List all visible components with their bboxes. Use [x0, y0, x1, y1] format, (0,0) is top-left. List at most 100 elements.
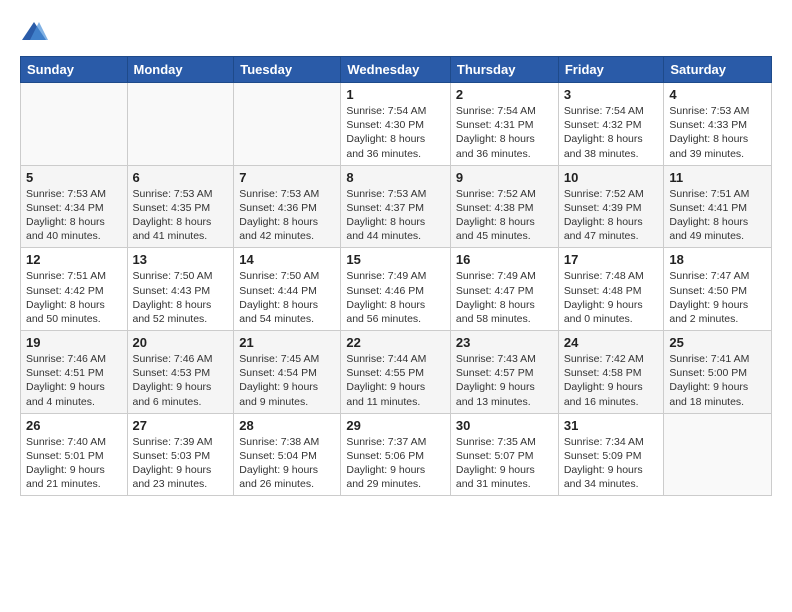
- week-row-3: 19Sunrise: 7:46 AMSunset: 4:51 PMDayligh…: [21, 331, 772, 414]
- day-number: 15: [346, 252, 445, 267]
- day-info: Sunrise: 7:46 AMSunset: 4:51 PMDaylight:…: [26, 352, 122, 409]
- calendar-cell: 13 Sunrise: 7:50 AMSunset: 4:43 PMDayligh…: [127, 248, 234, 331]
- day-header-saturday: Saturday: [664, 57, 772, 83]
- day-header-monday: Monday: [127, 57, 234, 83]
- calendar-cell: 8Sunrise: 7:53 AMSunset: 4:37 PMDaylight…: [341, 165, 451, 248]
- day-header-tuesday: Tuesday: [234, 57, 341, 83]
- calendar-cell: 1 Sunrise: 7:54 AMSunset: 4:30 PMDaylight…: [341, 83, 451, 166]
- logo: [20, 18, 52, 46]
- day-number: 14: [239, 252, 335, 267]
- calendar-cell: 6 Sunrise: 7:53 AMSunset: 4:35 PMDaylight…: [127, 165, 234, 248]
- day-number: 1: [346, 87, 445, 102]
- day-info: Sunrise: 7:42 AMSunset: 4:58 PMDaylight:…: [564, 352, 659, 409]
- day-header-wednesday: Wednesday: [341, 57, 451, 83]
- calendar-cell: [127, 83, 234, 166]
- week-row-0: 1 Sunrise: 7:54 AMSunset: 4:30 PMDaylight…: [21, 83, 772, 166]
- day-number: 17: [564, 252, 659, 267]
- calendar-cell: 21 Sunrise: 7:45 AMSunset: 4:54 PMDayligh…: [234, 331, 341, 414]
- day-info: Sunrise: 7:40 AMSunset: 5:01 PMDaylight:…: [26, 435, 122, 492]
- day-number: 31: [564, 418, 659, 433]
- calendar-table: SundayMondayTuesdayWednesdayThursdayFrid…: [20, 56, 772, 496]
- day-info: Sunrise: 7:52 AMSunset: 4:38 PMDaylight:…: [456, 187, 553, 244]
- day-info: Sunrise: 7:50 AMSunset: 4:44 PMDaylight:…: [239, 269, 335, 326]
- day-number: 7: [239, 170, 335, 185]
- calendar-cell: 14 Sunrise: 7:50 AMSunset: 4:44 PMDayligh…: [234, 248, 341, 331]
- day-info: Sunrise: 7:39 AMSunset: 5:03 PMDaylight:…: [133, 435, 229, 492]
- day-header-sunday: Sunday: [21, 57, 128, 83]
- day-number: 20: [133, 335, 229, 350]
- day-number: 13: [133, 252, 229, 267]
- day-number: 30: [456, 418, 553, 433]
- week-row-1: 5 Sunrise: 7:53 AMSunset: 4:34 PMDaylight…: [21, 165, 772, 248]
- day-number: 8: [346, 170, 445, 185]
- calendar-cell: 20 Sunrise: 7:46 AMSunset: 4:53 PMDayligh…: [127, 331, 234, 414]
- calendar-cell: 28 Sunrise: 7:38 AMSunset: 5:04 PMDayligh…: [234, 413, 341, 496]
- day-info: Sunrise: 7:41 AMSunset: 5:00 PMDaylight:…: [669, 352, 766, 409]
- week-row-4: 26 Sunrise: 7:40 AMSunset: 5:01 PMDayligh…: [21, 413, 772, 496]
- calendar-cell: 10Sunrise: 7:52 AMSunset: 4:39 PMDayligh…: [558, 165, 664, 248]
- day-info: Sunrise: 7:51 AMSunset: 4:42 PMDaylight:…: [26, 269, 122, 326]
- calendar-cell: 5 Sunrise: 7:53 AMSunset: 4:34 PMDaylight…: [21, 165, 128, 248]
- day-info: Sunrise: 7:53 AMSunset: 4:34 PMDaylight:…: [26, 187, 122, 244]
- day-info: Sunrise: 7:48 AMSunset: 4:48 PMDaylight:…: [564, 269, 659, 326]
- calendar-cell: 15 Sunrise: 7:49 AMSunset: 4:46 PMDayligh…: [341, 248, 451, 331]
- day-info: Sunrise: 7:45 AMSunset: 4:54 PMDaylight:…: [239, 352, 335, 409]
- calendar-cell: 22Sunrise: 7:44 AMSunset: 4:55 PMDayligh…: [341, 331, 451, 414]
- day-info: Sunrise: 7:46 AMSunset: 4:53 PMDaylight:…: [133, 352, 229, 409]
- calendar-cell: 23 Sunrise: 7:43 AMSunset: 4:57 PMDayligh…: [450, 331, 558, 414]
- calendar-cell: 3 Sunrise: 7:54 AMSunset: 4:32 PMDaylight…: [558, 83, 664, 166]
- day-number: 4: [669, 87, 766, 102]
- day-number: 2: [456, 87, 553, 102]
- calendar-cell: 27Sunrise: 7:39 AMSunset: 5:03 PMDayligh…: [127, 413, 234, 496]
- calendar-cell: 17 Sunrise: 7:48 AMSunset: 4:48 PMDayligh…: [558, 248, 664, 331]
- day-info: Sunrise: 7:49 AMSunset: 4:47 PMDaylight:…: [456, 269, 553, 326]
- calendar-cell: 16Sunrise: 7:49 AMSunset: 4:47 PMDayligh…: [450, 248, 558, 331]
- day-number: 9: [456, 170, 553, 185]
- day-info: Sunrise: 7:49 AMSunset: 4:46 PMDaylight:…: [346, 269, 445, 326]
- calendar-cell: 18Sunrise: 7:47 AMSunset: 4:50 PMDayligh…: [664, 248, 772, 331]
- day-number: 26: [26, 418, 122, 433]
- day-number: 3: [564, 87, 659, 102]
- day-info: Sunrise: 7:54 AMSunset: 4:30 PMDaylight:…: [346, 104, 445, 161]
- day-header-thursday: Thursday: [450, 57, 558, 83]
- day-number: 12: [26, 252, 122, 267]
- calendar-cell: 29 Sunrise: 7:37 AMSunset: 5:06 PMDayligh…: [341, 413, 451, 496]
- day-number: 25: [669, 335, 766, 350]
- header: [20, 18, 772, 46]
- day-info: Sunrise: 7:50 AMSunset: 4:43 PMDaylight:…: [133, 269, 229, 326]
- day-info: Sunrise: 7:52 AMSunset: 4:39 PMDaylight:…: [564, 187, 659, 244]
- day-info: Sunrise: 7:38 AMSunset: 5:04 PMDaylight:…: [239, 435, 335, 492]
- day-number: 6: [133, 170, 229, 185]
- day-number: 22: [346, 335, 445, 350]
- calendar-cell: 31 Sunrise: 7:34 AMSunset: 5:09 PMDayligh…: [558, 413, 664, 496]
- calendar-cell: 4 Sunrise: 7:53 AMSunset: 4:33 PMDaylight…: [664, 83, 772, 166]
- day-info: Sunrise: 7:53 AMSunset: 4:35 PMDaylight:…: [133, 187, 229, 244]
- day-info: Sunrise: 7:37 AMSunset: 5:06 PMDaylight:…: [346, 435, 445, 492]
- day-number: 18: [669, 252, 766, 267]
- day-number: 28: [239, 418, 335, 433]
- day-info: Sunrise: 7:43 AMSunset: 4:57 PMDaylight:…: [456, 352, 553, 409]
- calendar-cell: 26 Sunrise: 7:40 AMSunset: 5:01 PMDayligh…: [21, 413, 128, 496]
- day-number: 29: [346, 418, 445, 433]
- calendar-cell: 2 Sunrise: 7:54 AMSunset: 4:31 PMDaylight…: [450, 83, 558, 166]
- day-number: 23: [456, 335, 553, 350]
- day-header-friday: Friday: [558, 57, 664, 83]
- day-info: Sunrise: 7:35 AMSunset: 5:07 PMDaylight:…: [456, 435, 553, 492]
- day-number: 5: [26, 170, 122, 185]
- day-info: Sunrise: 7:54 AMSunset: 4:32 PMDaylight:…: [564, 104, 659, 161]
- calendar-cell: [21, 83, 128, 166]
- day-info: Sunrise: 7:53 AMSunset: 4:33 PMDaylight:…: [669, 104, 766, 161]
- calendar-cell: 7 Sunrise: 7:53 AMSunset: 4:36 PMDaylight…: [234, 165, 341, 248]
- logo-icon: [20, 18, 48, 46]
- calendar-cell: 25 Sunrise: 7:41 AMSunset: 5:00 PMDayligh…: [664, 331, 772, 414]
- calendar-cell: 30 Sunrise: 7:35 AMSunset: 5:07 PMDayligh…: [450, 413, 558, 496]
- calendar-cell: 12 Sunrise: 7:51 AMSunset: 4:42 PMDayligh…: [21, 248, 128, 331]
- day-info: Sunrise: 7:53 AMSunset: 4:36 PMDaylight:…: [239, 187, 335, 244]
- calendar-header-row: SundayMondayTuesdayWednesdayThursdayFrid…: [21, 57, 772, 83]
- day-number: 21: [239, 335, 335, 350]
- day-info: Sunrise: 7:54 AMSunset: 4:31 PMDaylight:…: [456, 104, 553, 161]
- day-info: Sunrise: 7:34 AMSunset: 5:09 PMDaylight:…: [564, 435, 659, 492]
- calendar-cell: [664, 413, 772, 496]
- calendar-cell: 9 Sunrise: 7:52 AMSunset: 4:38 PMDaylight…: [450, 165, 558, 248]
- week-row-2: 12 Sunrise: 7:51 AMSunset: 4:42 PMDayligh…: [21, 248, 772, 331]
